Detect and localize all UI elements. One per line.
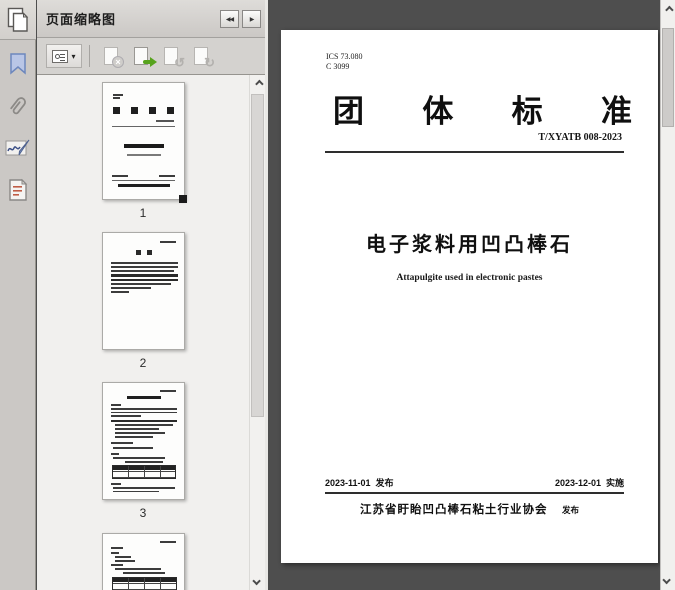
scroll-down-arrow[interactable] [661, 572, 675, 588]
collapse-panel-button[interactable]: ◀◀ [220, 10, 239, 28]
ics-code: ICS 73.080 [326, 52, 362, 62]
publisher-suffix: 发布 [562, 505, 579, 515]
panel-header: 页面缩略图 ◀◀ ▶ [37, 0, 265, 38]
comment-document-icon [7, 178, 29, 202]
implement-date: 2023-12-01实施 [555, 476, 624, 489]
publisher-line: 江苏省盱眙凹凸棒石粘土行业协会 发布 [281, 500, 658, 518]
rotate-right-icon: ↻ [204, 55, 215, 71]
document-page-1: ICS 73.080 C 3099 团 体 标 准 T/XYATB 008-20… [281, 30, 658, 563]
options-list-icon [52, 50, 68, 63]
bookmark-icon [8, 52, 28, 76]
banner-char: 体 [422, 86, 453, 131]
document-scrollbar-thumb[interactable] [662, 28, 674, 127]
tab-comments[interactable] [0, 176, 36, 204]
toolbar-divider [89, 45, 90, 67]
standard-number: T/XYATB 008-2023 [538, 132, 622, 143]
paperclip-icon [6, 94, 30, 118]
document-title: 电子浆料用凹凸棒石 [281, 228, 658, 257]
mini-banner [113, 107, 174, 114]
thumbnail-page-2[interactable] [102, 232, 185, 350]
tab-page-thumbnails[interactable] [0, 0, 36, 40]
viewbox-handle[interactable] [179, 195, 187, 203]
publisher-name: 江苏省盱眙凹凸棒石粘土行业协会 [360, 504, 548, 516]
dates-row: 2023-11-01发布 2023-12-01实施 [325, 476, 624, 489]
rotate-right-button[interactable]: ↻ [186, 43, 216, 69]
pages-icon [6, 7, 30, 33]
document-scrollbar[interactable] [660, 0, 675, 590]
panel-scrollbar-thumb[interactable] [251, 94, 264, 417]
tab-signatures[interactable] [0, 134, 36, 162]
green-arrow-icon [143, 57, 157, 67]
thumbnail-3-number: 3 [37, 504, 249, 522]
document-subtitle: Attapulgite used in electronic pastes [281, 273, 658, 283]
panel-scrollbar[interactable] [249, 75, 265, 590]
tab-bookmarks[interactable] [0, 50, 36, 78]
tab-attachments[interactable] [0, 92, 36, 120]
pdf-viewer-window: 页面缩略图 ◀◀ ▶ ▾ × [0, 0, 675, 590]
panel-scroll-down-arrow[interactable] [250, 573, 265, 589]
page-thumbnails-panel: 页面缩略图 ◀◀ ▶ ▾ × [37, 0, 268, 590]
mini-table [112, 465, 176, 479]
panel-toolbar: ▾ × ↺ ↻ [37, 38, 265, 75]
chevron-down-icon: ▾ [71, 52, 75, 61]
rotate-left-button[interactable]: ↺ [156, 43, 186, 69]
rotate-left-icon: ↺ [174, 55, 185, 71]
header-rule [325, 151, 624, 153]
delete-x-icon: × [112, 56, 124, 68]
thumbnail-list: 1 2 [37, 75, 249, 590]
thumbnail-1-number: 1 [37, 204, 249, 222]
issue-date: 2023-11-01发布 [325, 476, 394, 489]
banner-char: 标 [512, 86, 543, 131]
standard-type-banner: 团 体 标 准 [333, 86, 632, 131]
footer-rule [325, 492, 624, 494]
thumbnail-2-number: 2 [37, 354, 249, 372]
banner-char: 团 [333, 86, 364, 131]
scroll-up-arrow[interactable] [661, 2, 675, 18]
ics-block: ICS 73.080 C 3099 [326, 52, 362, 72]
signature-icon [5, 137, 31, 159]
panel-scroll-up-arrow[interactable] [250, 76, 265, 92]
thumbnail-page-4[interactable] [102, 533, 185, 590]
mini-table [112, 577, 177, 590]
extract-pages-button[interactable] [126, 43, 156, 69]
expand-panel-button[interactable]: ▶ [242, 10, 261, 28]
options-menu-button[interactable]: ▾ [46, 44, 82, 68]
delete-pages-button[interactable]: × [96, 43, 126, 69]
panel-title: 页面缩略图 [37, 9, 116, 28]
thumbnail-page-1[interactable] [102, 82, 185, 200]
thumbnail-page-3[interactable] [102, 382, 185, 500]
sidebar-strip [0, 0, 36, 590]
banner-char: 准 [601, 86, 632, 131]
document-view: ICS 73.080 C 3099 团 体 标 准 T/XYATB 008-20… [271, 0, 660, 590]
classification-code: C 3099 [326, 62, 362, 72]
